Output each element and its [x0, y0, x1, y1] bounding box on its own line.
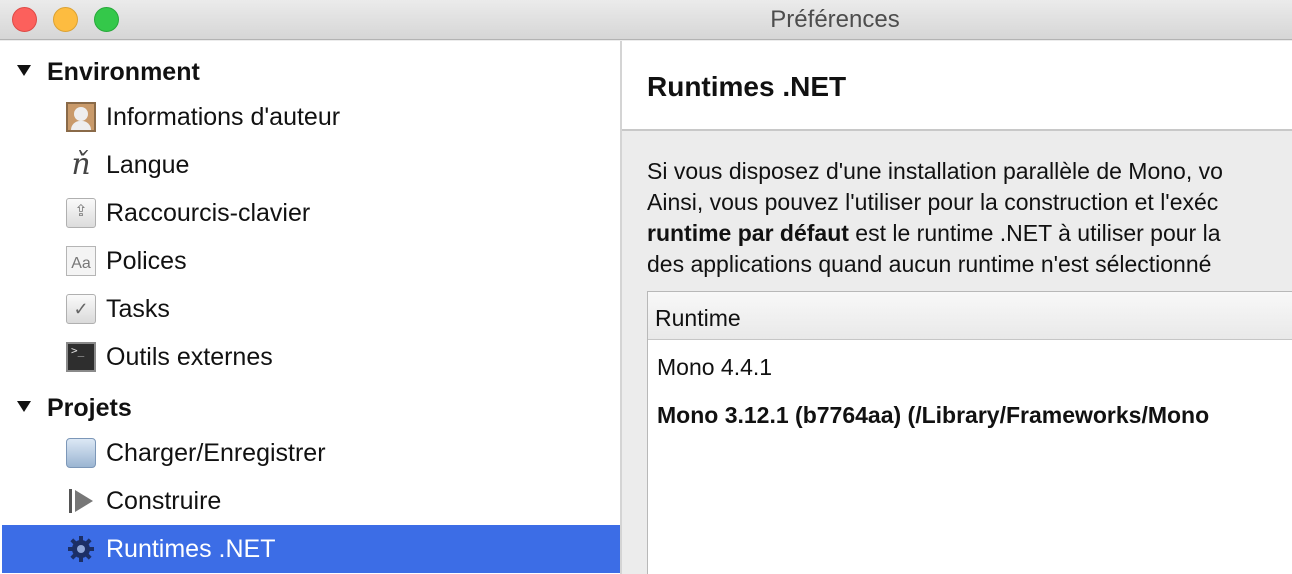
table-row-default[interactable]: Mono 3.12.1 (b7764aa) (/Library/Framewor… — [648, 388, 1292, 436]
description-line: Si vous disposez d'une installation para… — [647, 158, 1223, 184]
runtimes-panel: Runtimes .NET Si vous disposez d'une ins… — [622, 41, 1292, 574]
description-line: Ainsi, vous pouvez l'utiliser pour la co… — [647, 189, 1219, 215]
gear-icon — [66, 534, 96, 564]
section-projects[interactable]: Projets — [0, 383, 620, 429]
terminal-icon: >_ — [66, 342, 96, 372]
runtime-name: Mono 4.4.1 — [657, 354, 773, 380]
title-bar: Préférences — [0, 0, 1292, 40]
build-icon — [66, 486, 96, 516]
sidebar-item-language[interactable]: ň Langue — [2, 141, 620, 189]
sidebar-item-tasks[interactable]: ✓ Tasks — [2, 285, 620, 333]
sidebar-item-label: Tasks — [106, 295, 170, 323]
sidebar-item-author-information[interactable]: Informations d'auteur — [2, 93, 620, 141]
disclosure-triangle-icon[interactable] — [17, 401, 31, 412]
section-label: Environment — [47, 58, 200, 86]
description-line: runtime par défaut est le runtime .NET à… — [647, 218, 1292, 249]
sidebar-item-label: Outils externes — [106, 343, 273, 371]
sidebar-item-label: Informations d'auteur — [106, 103, 341, 131]
fonts-icon: Aa — [66, 246, 96, 276]
sidebar-item-label: Polices — [106, 247, 187, 275]
panel-header: Runtimes .NET — [622, 41, 1292, 131]
description-text: est le runtime .NET à utiliser pour la — [848, 220, 1221, 246]
author-icon — [66, 102, 96, 132]
section-label: Projets — [47, 394, 132, 422]
window-title: Préférences — [770, 6, 900, 33]
sidebar-item-label: Raccourcis-clavier — [106, 199, 311, 227]
close-button[interactable] — [12, 7, 37, 32]
preferences-sidebar: Environment Informations d'auteur ň Lang… — [0, 41, 620, 574]
runtime-name: Mono 3.12.1 (b7764aa) (/Library/Framewor… — [657, 402, 1210, 428]
sidebar-item-dotnet-runtimes[interactable]: Runtimes .NET — [2, 525, 620, 573]
sidebar-item-label: Langue — [106, 151, 190, 179]
section-environment[interactable]: Environment — [0, 47, 620, 93]
sidebar-item-label: Charger/Enregistrer — [106, 439, 326, 467]
disk-icon — [66, 438, 96, 468]
disclosure-triangle-icon[interactable] — [17, 65, 31, 76]
sidebar-item-fonts[interactable]: Aa Polices — [2, 237, 620, 285]
sidebar-item-external-tools[interactable]: >_ Outils externes — [2, 333, 620, 381]
sidebar-item-label: Runtimes .NET — [106, 535, 276, 563]
runtimes-table[interactable]: Runtime Mono 4.4.1 Mono 3.12.1 (b7764aa)… — [647, 291, 1292, 574]
tasks-icon: ✓ — [66, 294, 96, 324]
description-emphasis: runtime par défaut — [647, 220, 849, 246]
table-row[interactable]: Mono 4.4.1 — [648, 340, 1292, 388]
zoom-button[interactable] — [94, 7, 119, 32]
panel-description: Si vous disposez d'une installation para… — [647, 156, 1292, 280]
table-header[interactable]: Runtime — [648, 292, 1292, 340]
column-header-runtime[interactable]: Runtime — [655, 305, 741, 332]
sidebar-item-key-bindings[interactable]: ⇪ Raccourcis-clavier — [2, 189, 620, 237]
sidebar-item-build[interactable]: Construire — [2, 477, 620, 525]
sidebar-item-load-save[interactable]: Charger/Enregistrer — [2, 429, 620, 477]
sidebar-item-label: Construire — [106, 487, 222, 515]
minimize-button[interactable] — [53, 7, 78, 32]
description-line: des applications quand aucun runtime n'e… — [647, 251, 1212, 277]
key-bindings-icon: ⇪ — [66, 198, 96, 228]
page-title: Runtimes .NET — [647, 71, 847, 102]
language-icon: ň — [71, 147, 91, 182]
